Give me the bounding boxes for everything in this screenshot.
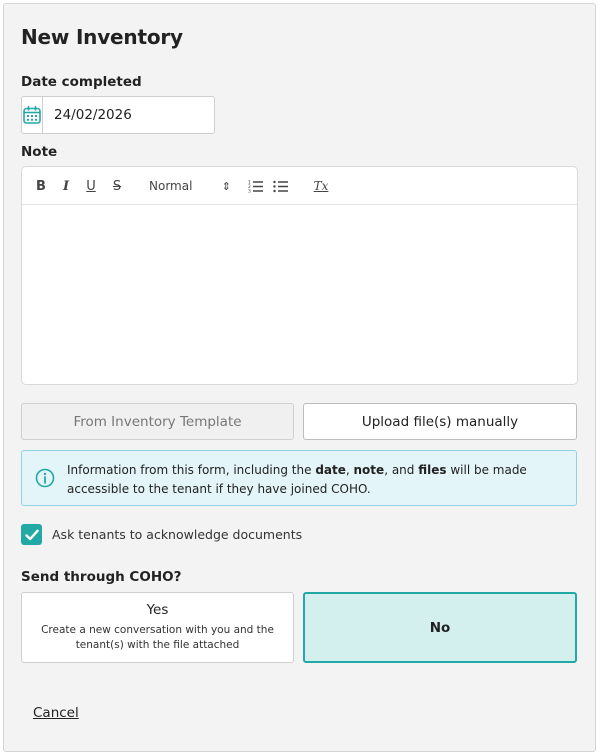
underline-icon: U — [86, 178, 96, 194]
info-notice: Information from this form, including th… — [21, 450, 577, 506]
send-option-yes-description: Create a new conversation with you and t… — [41, 624, 274, 651]
bold-icon: B — [36, 178, 46, 194]
send-through-label: Send through COHO? — [21, 569, 182, 585]
send-option-yes-title: Yes — [146, 602, 169, 618]
date-completed-field[interactable] — [21, 96, 225, 134]
ordered-list-button[interactable]: 1 2 3 — [248, 176, 264, 196]
select-arrows-icon: ⇕ — [221, 179, 231, 193]
bold-button[interactable]: B — [34, 176, 48, 196]
send-option-no[interactable]: No — [303, 592, 577, 663]
calendar-icon — [23, 105, 41, 124]
header-select-value: Normal — [149, 179, 193, 193]
upload-files-button[interactable]: Upload file(s) manually — [303, 403, 577, 440]
info-circle-icon — [35, 468, 55, 488]
underline-button[interactable]: U — [84, 176, 98, 196]
send-option-yes[interactable]: Yes Create a new conversation with you a… — [21, 592, 294, 663]
editor-toolbar: B I U S Normal ⇕ 1 2 3 Tx — [22, 167, 577, 205]
from-template-button[interactable]: From Inventory Template — [21, 403, 294, 440]
note-editor: B I U S Normal ⇕ 1 2 3 Tx — [21, 166, 578, 385]
info-text: Information from this form, including th… — [67, 463, 527, 496]
page-title: New Inventory — [21, 25, 183, 49]
checkmark-icon — [24, 529, 39, 540]
send-option-no-title: No — [429, 619, 451, 636]
header-select[interactable]: Normal ⇕ — [149, 176, 231, 196]
note-label: Note — [21, 144, 58, 160]
clear-format-button[interactable]: Tx — [313, 176, 329, 196]
italic-button[interactable]: I — [59, 176, 73, 196]
ordered-list-icon: 1 2 3 — [248, 180, 263, 194]
date-completed-label: Date completed — [21, 74, 142, 90]
new-inventory-panel: New Inventory Date completed Note B I U — [3, 3, 596, 752]
svg-text:3: 3 — [248, 189, 251, 194]
strike-icon: S — [112, 178, 122, 194]
italic-icon: I — [62, 178, 70, 194]
date-input[interactable] — [43, 97, 225, 133]
strike-button[interactable]: S — [110, 176, 124, 196]
note-textarea[interactable] — [22, 205, 577, 384]
cancel-link[interactable]: Cancel — [33, 705, 79, 721]
calendar-button[interactable] — [22, 97, 43, 133]
bullet-list-button[interactable] — [273, 176, 289, 196]
acknowledge-checkbox[interactable] — [21, 524, 42, 545]
clear-format-icon: Tx — [313, 179, 329, 193]
bullet-list-icon — [273, 180, 288, 193]
acknowledge-label[interactable]: Ask tenants to acknowledge documents — [52, 527, 302, 542]
